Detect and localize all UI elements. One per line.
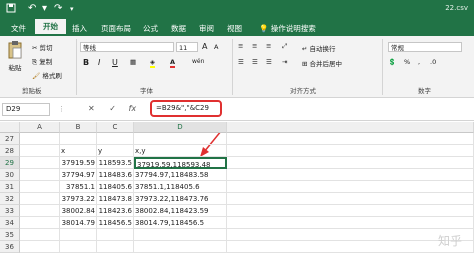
cell-d30[interactable]: 37794.97,118483.58 xyxy=(134,169,227,181)
row-header[interactable]: 34 xyxy=(0,217,20,229)
cell-c28[interactable]: y xyxy=(97,145,134,157)
cell-e36[interactable] xyxy=(227,241,474,253)
row-header[interactable]: 28 xyxy=(0,145,20,157)
cell-e31[interactable] xyxy=(227,181,474,193)
cell-d34[interactable]: 38014.79,118456.5 xyxy=(134,217,227,229)
cell-c30[interactable]: 118483.6 xyxy=(97,169,134,181)
row-header[interactable]: 30 xyxy=(0,169,20,181)
cell-c27[interactable] xyxy=(97,133,134,145)
cell-b33[interactable]: 38002.84 xyxy=(60,205,97,217)
cell-d36[interactable] xyxy=(134,241,227,253)
cell-a30[interactable] xyxy=(20,169,60,181)
cell-a34[interactable] xyxy=(20,217,60,229)
cell-c32[interactable]: 118473.8 xyxy=(97,193,134,205)
watermark: 知乎 xyxy=(437,234,462,248)
cell-c29[interactable]: 118593.5 xyxy=(97,157,134,169)
row-header[interactable]: 35 xyxy=(0,229,20,241)
column-header-b[interactable]: B xyxy=(60,122,97,133)
cell-a32[interactable] xyxy=(20,193,60,205)
cell-a28[interactable] xyxy=(20,145,60,157)
cell-b34[interactable]: 38014.79 xyxy=(60,217,97,229)
cell-a29[interactable] xyxy=(20,157,60,169)
cell-b35[interactable] xyxy=(60,229,97,241)
select-all-corner[interactable] xyxy=(0,122,20,133)
cell-e32[interactable] xyxy=(227,193,474,205)
cell-d29[interactable]: 37919.59,118593.48 xyxy=(134,157,227,169)
cell-b32[interactable]: 37973.22 xyxy=(60,193,97,205)
cell-e33[interactable] xyxy=(227,205,474,217)
cell-e27[interactable] xyxy=(227,133,474,145)
cell-c33[interactable]: 118423.6 xyxy=(97,205,134,217)
cell-a27[interactable] xyxy=(20,133,60,145)
cell-e30[interactable] xyxy=(227,169,474,181)
cell-c31[interactable]: 118405.6 xyxy=(97,181,134,193)
cell-e35[interactable] xyxy=(227,229,474,241)
cell-d28[interactable]: x,y xyxy=(134,145,227,157)
column-header-c[interactable]: C xyxy=(97,122,134,133)
cell-b31[interactable]: 37851.1 xyxy=(60,181,97,193)
cell-a36[interactable] xyxy=(20,241,60,253)
row-header[interactable]: 29 xyxy=(0,157,20,169)
cell-d33[interactable]: 38002.84,118423.59 xyxy=(134,205,227,217)
cell-d27[interactable] xyxy=(134,133,227,145)
cell-e34[interactable] xyxy=(227,217,474,229)
row-header[interactable]: 33 xyxy=(0,205,20,217)
cell-b28[interactable]: x xyxy=(60,145,97,157)
column-header-d[interactable]: D xyxy=(134,122,227,133)
cell-e28[interactable] xyxy=(227,145,474,157)
cell-a33[interactable] xyxy=(20,205,60,217)
cell-e29[interactable] xyxy=(227,157,474,169)
cell-c35[interactable] xyxy=(97,229,134,241)
row-header[interactable]: 31 xyxy=(0,181,20,193)
cell-c34[interactable]: 118456.5 xyxy=(97,217,134,229)
spreadsheet-grid: A B C D 27 28 x y x,y 29 37919.59 118593.5 37919… xyxy=(0,122,474,253)
cell-d32[interactable]: 37973.22,118473.76 xyxy=(134,193,227,205)
cell-a35[interactable] xyxy=(20,229,60,241)
cell-d35[interactable] xyxy=(134,229,227,241)
column-header-a[interactable]: A xyxy=(20,122,60,133)
cell-c36[interactable] xyxy=(97,241,134,253)
cell-d31[interactable]: 37851.1,118405.6 xyxy=(134,181,227,193)
cell-a31[interactable] xyxy=(20,181,60,193)
row-header[interactable]: 32 xyxy=(0,193,20,205)
column-header-rest xyxy=(227,122,474,133)
cell-b27[interactable] xyxy=(60,133,97,145)
cell-b29[interactable]: 37919.59 xyxy=(60,157,97,169)
cell-b30[interactable]: 37794.97 xyxy=(60,169,97,181)
cell-b36[interactable] xyxy=(60,241,97,253)
row-header[interactable]: 27 xyxy=(0,133,20,145)
row-header[interactable]: 36 xyxy=(0,241,20,253)
